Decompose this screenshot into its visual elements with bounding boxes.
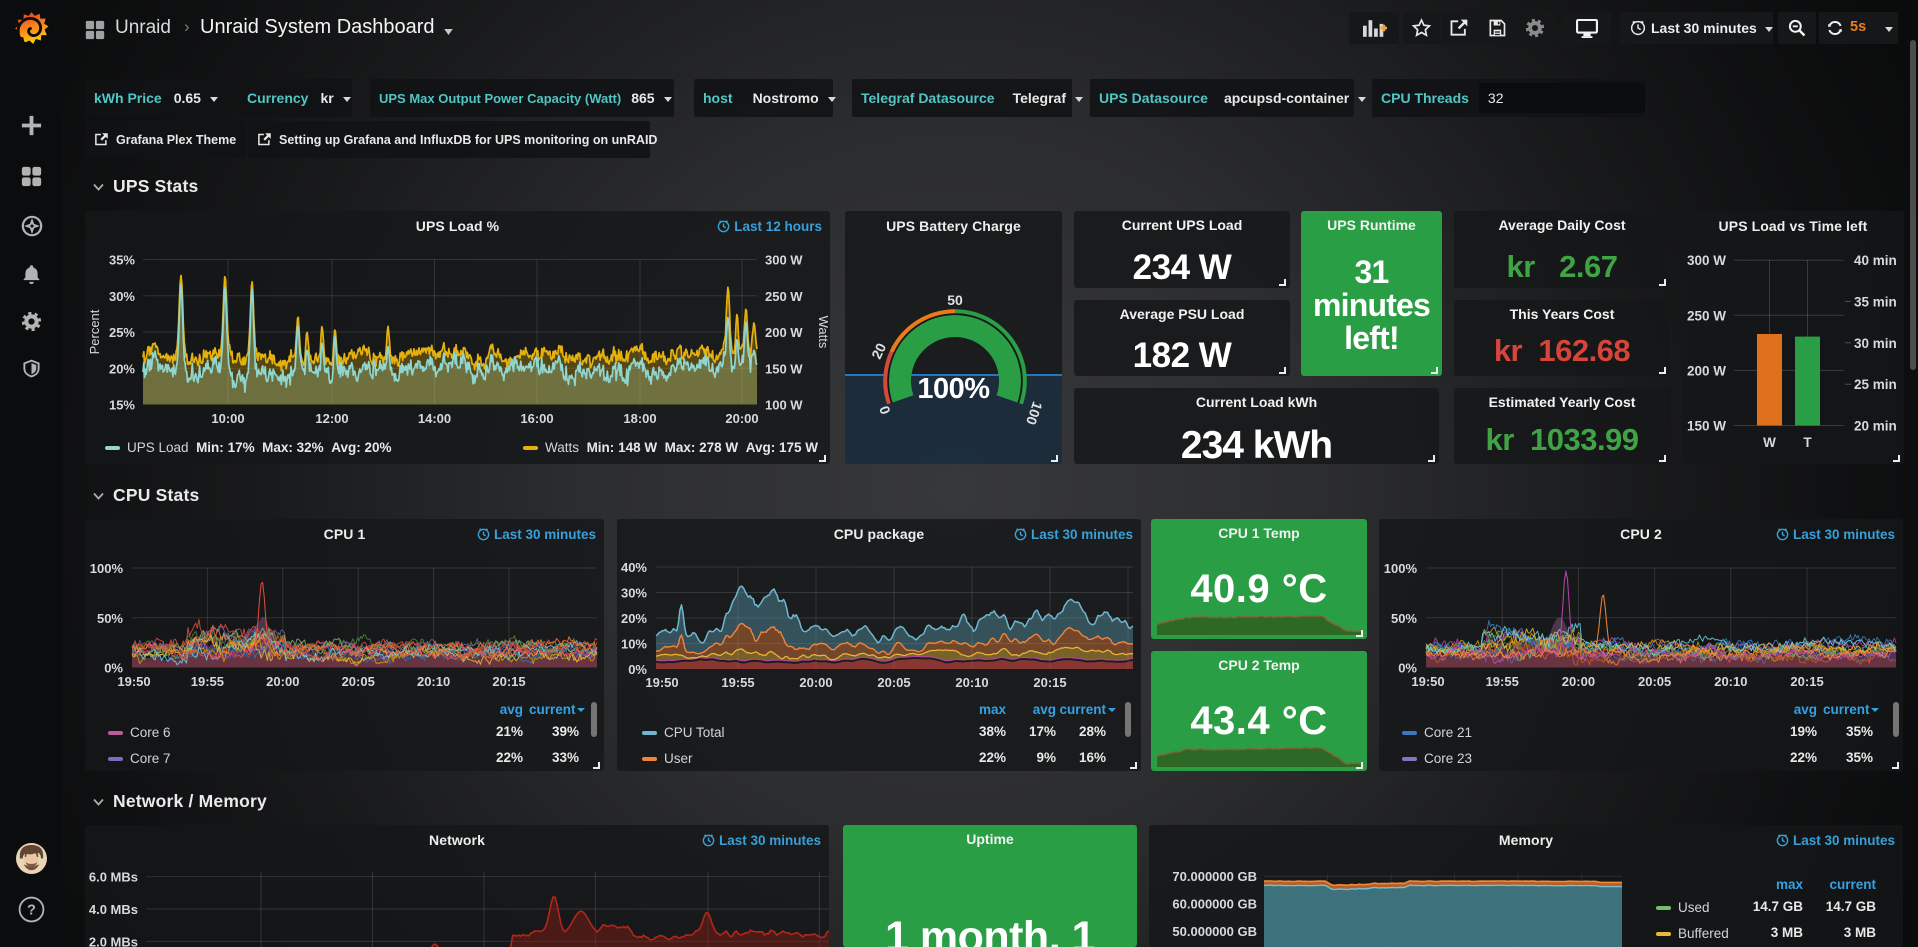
svg-text:10%: 10%: [621, 637, 647, 652]
svg-text:20:00: 20:00: [266, 674, 299, 689]
svg-text:10:00: 10:00: [211, 411, 244, 426]
svg-text:16:00: 16:00: [520, 411, 553, 426]
svg-text:6.0 MBs: 6.0 MBs: [89, 870, 138, 885]
svg-text:250 W: 250 W: [1687, 308, 1726, 323]
svg-text:25 min: 25 min: [1854, 377, 1897, 392]
svg-text:200 W: 200 W: [765, 325, 803, 340]
svg-text:100%: 100%: [1384, 561, 1418, 576]
svg-text:20:10: 20:10: [417, 674, 450, 689]
svg-text:50%: 50%: [97, 611, 123, 626]
svg-text:19:55: 19:55: [1486, 674, 1519, 689]
svg-text:40%: 40%: [621, 560, 647, 575]
svg-text:50: 50: [947, 292, 963, 308]
svg-text:20%: 20%: [621, 611, 647, 626]
svg-text:150 W: 150 W: [1687, 419, 1726, 434]
svg-text:70.000000 GB: 70.000000 GB: [1172, 869, 1257, 884]
svg-text:150 W: 150 W: [765, 361, 803, 376]
svg-text:19:50: 19:50: [645, 675, 678, 690]
svg-text:30%: 30%: [621, 586, 647, 601]
svg-text:20:05: 20:05: [342, 674, 375, 689]
svg-text:35%: 35%: [109, 253, 135, 268]
svg-text:300 W: 300 W: [1687, 253, 1726, 268]
svg-text:4.0 MBs: 4.0 MBs: [89, 902, 138, 917]
svg-text:19:50: 19:50: [117, 674, 150, 689]
svg-text:20:10: 20:10: [955, 675, 988, 690]
svg-text:W: W: [1763, 435, 1776, 450]
svg-text:30%: 30%: [109, 289, 135, 304]
svg-text:20:15: 20:15: [492, 674, 525, 689]
svg-text:300 W: 300 W: [765, 253, 803, 268]
svg-text:25%: 25%: [109, 325, 135, 340]
svg-text:20:00: 20:00: [799, 675, 832, 690]
svg-text:50.000000 GB: 50.000000 GB: [1172, 924, 1257, 939]
svg-text:50%: 50%: [1391, 611, 1417, 626]
svg-text:20:05: 20:05: [1638, 674, 1671, 689]
svg-text:20:15: 20:15: [1033, 675, 1066, 690]
svg-text:Percent: Percent: [87, 309, 102, 354]
svg-text:19:55: 19:55: [721, 675, 754, 690]
svg-text:20:10: 20:10: [1714, 674, 1747, 689]
svg-text:20 min: 20 min: [1854, 419, 1897, 434]
svg-text:12:00: 12:00: [315, 411, 348, 426]
svg-text:30 min: 30 min: [1854, 336, 1897, 351]
svg-text:20: 20: [868, 340, 889, 361]
svg-text:250 W: 250 W: [765, 289, 803, 304]
svg-text:60.000000 GB: 60.000000 GB: [1172, 897, 1257, 912]
svg-text:Watts: Watts: [816, 316, 830, 349]
svg-text:20%: 20%: [109, 361, 135, 376]
svg-text:20:00: 20:00: [725, 411, 758, 426]
svg-text:20:15: 20:15: [1790, 674, 1823, 689]
svg-text:20:05: 20:05: [877, 675, 910, 690]
svg-text:20:00: 20:00: [1562, 674, 1595, 689]
svg-text:14:00: 14:00: [418, 411, 451, 426]
svg-text:T: T: [1803, 435, 1812, 450]
svg-text:40 min: 40 min: [1854, 253, 1897, 268]
svg-text:2.0 MBs: 2.0 MBs: [89, 934, 138, 947]
svg-text:200 W: 200 W: [1687, 363, 1726, 378]
svg-text:15%: 15%: [109, 398, 135, 413]
svg-text:100%: 100%: [90, 561, 124, 576]
svg-text:100 W: 100 W: [765, 398, 803, 413]
svg-text:19:55: 19:55: [191, 674, 224, 689]
svg-text:18:00: 18:00: [623, 411, 656, 426]
svg-text:35 min: 35 min: [1854, 294, 1897, 309]
svg-text:19:50: 19:50: [1411, 674, 1444, 689]
svg-text:?: ?: [27, 903, 36, 919]
